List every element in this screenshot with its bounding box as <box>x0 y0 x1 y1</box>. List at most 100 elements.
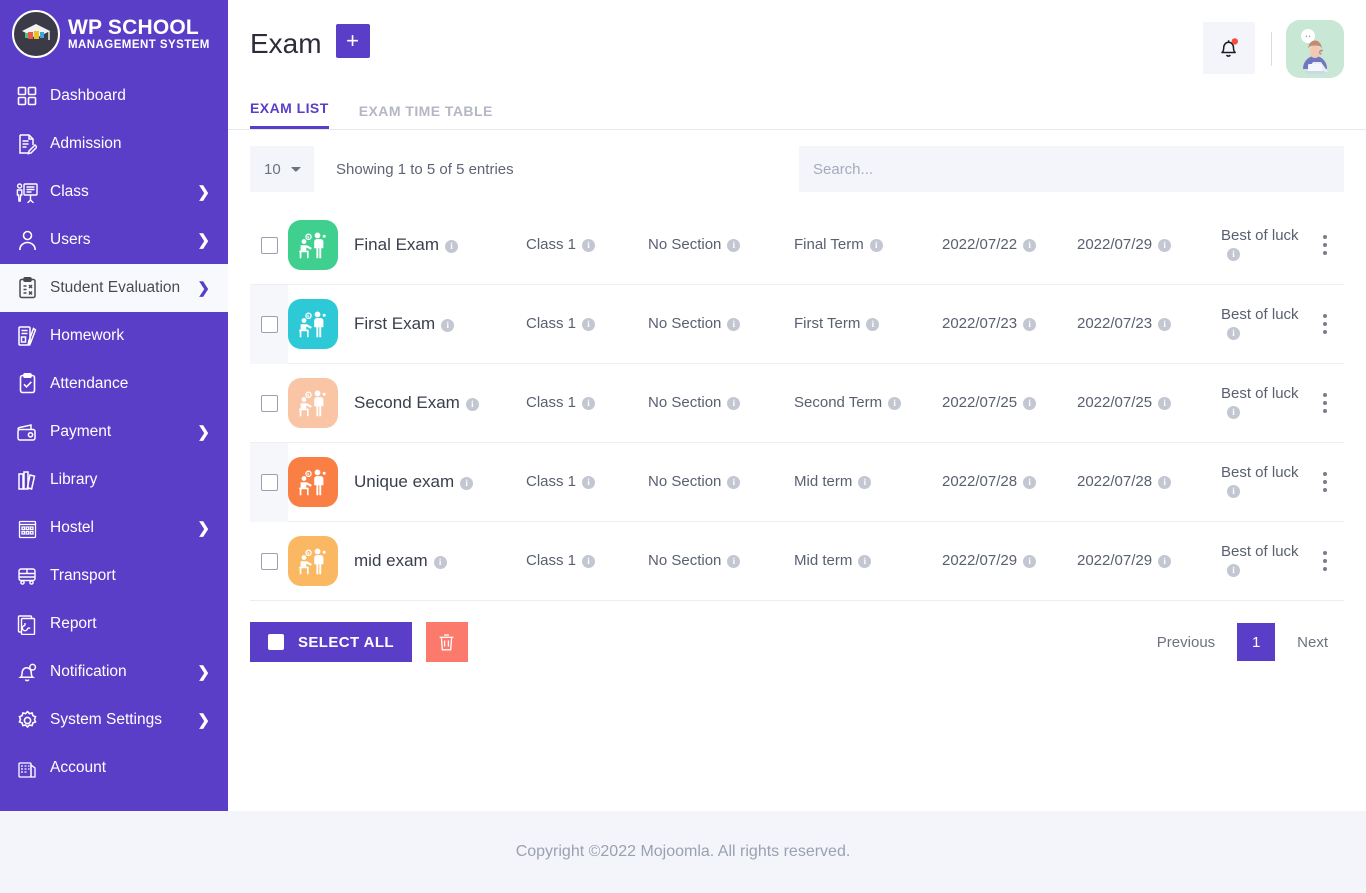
search-input[interactable] <box>799 146 1344 192</box>
select-all-button[interactable]: SELECT ALL <box>250 622 412 662</box>
table-row[interactable]: Final Exam i Class 1 i No Section i Final T… <box>250 206 1344 285</box>
info-icon[interactable]: i <box>1023 397 1037 410</box>
page-number-1[interactable]: 1 <box>1237 623 1276 661</box>
notification-button[interactable] <box>1203 22 1255 74</box>
sidebar-item-library[interactable]: Library <box>0 456 228 504</box>
delete-selected-button[interactable] <box>425 622 468 662</box>
info-icon[interactable]: i <box>1158 397 1172 410</box>
topbar: Exam + • • <box>228 0 1366 96</box>
info-icon[interactable]: i <box>1023 318 1037 331</box>
info-icon[interactable]: i <box>465 398 479 411</box>
row-actions-menu[interactable] <box>1306 462 1344 502</box>
exam-from-date: 2022/07/29 <box>942 552 1018 569</box>
info-icon[interactable]: i <box>1158 555 1172 568</box>
pagination: Previous 1 Next <box>1141 623 1344 661</box>
row-checkbox[interactable] <box>260 394 278 412</box>
row-actions-menu[interactable] <box>1306 304 1344 344</box>
info-icon[interactable]: i <box>441 319 455 332</box>
sidebar-item-system-settings[interactable]: System Settings ❯ <box>0 696 228 744</box>
sidebar-item-users[interactable]: Users ❯ <box>0 216 228 264</box>
info-icon[interactable]: i <box>1227 327 1240 340</box>
info-icon[interactable]: i <box>582 555 596 568</box>
brand-text: WP SCHOOL MANAGEMENT SYSTEM <box>68 16 210 51</box>
exam-term-cell: Mid term i <box>794 552 942 570</box>
sidebar-item-transport[interactable]: Transport <box>0 552 228 600</box>
info-icon[interactable]: i <box>582 318 596 331</box>
sidebar-item-notification[interactable]: Notification ❯ <box>0 648 228 696</box>
info-icon[interactable]: i <box>727 397 741 410</box>
sidebar-item-attendance[interactable]: Attendance <box>0 360 228 408</box>
exam-note: Best of luck <box>1221 385 1299 402</box>
exam-from-date: 2022/07/28 <box>942 473 1018 490</box>
info-icon[interactable]: i <box>727 239 741 252</box>
exam-from-date: 2022/07/22 <box>942 236 1018 253</box>
info-icon[interactable]: i <box>727 476 741 489</box>
sidebar-item-class[interactable]: Class ❯ <box>0 168 228 216</box>
add-exam-button[interactable]: + <box>335 24 370 58</box>
sidebar-item-admission[interactable]: Admission <box>0 120 228 168</box>
row-checkbox[interactable] <box>260 473 278 491</box>
info-icon[interactable]: i <box>1158 318 1172 331</box>
sidebar-item-student-evaluation[interactable]: Student Evaluation ❯ <box>0 264 228 312</box>
info-icon[interactable]: i <box>858 555 872 568</box>
info-icon[interactable]: i <box>582 239 596 252</box>
next-page-button[interactable]: Next <box>1281 634 1344 651</box>
row-checkbox[interactable] <box>260 236 278 254</box>
info-icon[interactable]: i <box>582 397 596 410</box>
exam-section: No Section <box>648 315 722 332</box>
table-row[interactable]: mid exam i Class 1 i No Section i Mid term i… <box>250 522 1344 601</box>
exam-name: Second Exam <box>354 393 460 412</box>
row-checkbox-cell <box>250 284 288 364</box>
bell-icon <box>14 659 40 685</box>
info-icon[interactable]: i <box>1227 406 1240 419</box>
info-icon[interactable]: i <box>1227 564 1240 577</box>
sidebar-item-account[interactable]: Account <box>0 744 228 792</box>
brand[interactable]: WP SCHOOL MANAGEMENT SYSTEM <box>0 0 228 72</box>
sidebar: WP SCHOOL MANAGEMENT SYSTEM Dashboard Ad… <box>0 0 228 811</box>
info-icon[interactable]: i <box>1023 476 1037 489</box>
exam-term-cell: Final Term i <box>794 236 942 254</box>
info-icon[interactable]: i <box>727 555 741 568</box>
avatar[interactable]: • • <box>1286 20 1344 78</box>
sidebar-item-label: Homework <box>50 327 125 344</box>
info-icon[interactable]: i <box>1023 555 1037 568</box>
info-icon[interactable]: i <box>582 476 596 489</box>
info-icon[interactable]: i <box>866 318 880 331</box>
info-icon[interactable]: i <box>1227 248 1240 261</box>
table-row[interactable]: Unique exam i Class 1 i No Section i Mid te… <box>250 442 1344 522</box>
chevron-right-icon: ❯ <box>197 231 210 249</box>
sidebar-item-hostel[interactable]: Hostel ❯ <box>0 504 228 552</box>
user-icon <box>14 227 40 253</box>
page-length-select[interactable]: 10 25 50 100 <box>250 146 314 192</box>
row-actions-menu[interactable] <box>1306 541 1344 581</box>
info-icon[interactable]: i <box>1158 476 1172 489</box>
sidebar-item-report[interactable]: Report <box>0 600 228 648</box>
tabs: EXAM LIST EXAM TIME TABLE <box>228 100 1366 130</box>
exam-term: Final Term <box>794 236 864 253</box>
row-actions-menu[interactable] <box>1306 225 1344 265</box>
sidebar-item-payment[interactable]: Payment ❯ <box>0 408 228 456</box>
table-row[interactable]: Second Exam i Class 1 i No Section i Second… <box>250 364 1344 443</box>
info-icon[interactable]: i <box>445 240 459 253</box>
info-icon[interactable]: i <box>1158 239 1172 252</box>
info-icon[interactable]: i <box>858 476 872 489</box>
sidebar-item-label: Class <box>50 183 89 200</box>
info-icon[interactable]: i <box>888 397 902 410</box>
row-actions-menu[interactable] <box>1306 383 1344 423</box>
tab-exam-time-table[interactable]: EXAM TIME TABLE <box>359 103 493 129</box>
info-icon[interactable]: i <box>727 318 741 331</box>
sidebar-item-dashboard[interactable]: Dashboard <box>0 72 228 120</box>
trash-icon <box>440 633 454 650</box>
tab-exam-list[interactable]: EXAM LIST <box>250 100 329 129</box>
row-checkbox[interactable] <box>260 315 278 333</box>
sidebar-item-homework[interactable]: Homework <box>0 312 228 360</box>
info-icon[interactable]: i <box>1023 239 1037 252</box>
info-icon[interactable]: i <box>869 239 883 252</box>
info-icon[interactable]: i <box>433 556 447 569</box>
info-icon[interactable]: i <box>1227 485 1240 498</box>
previous-page-button[interactable]: Previous <box>1141 634 1231 651</box>
exam-class-cell: Class 1 i <box>526 394 648 412</box>
info-icon[interactable]: i <box>460 477 474 490</box>
table-row[interactable]: First Exam i Class 1 i No Section i First T… <box>250 284 1344 364</box>
row-checkbox[interactable] <box>260 552 278 570</box>
